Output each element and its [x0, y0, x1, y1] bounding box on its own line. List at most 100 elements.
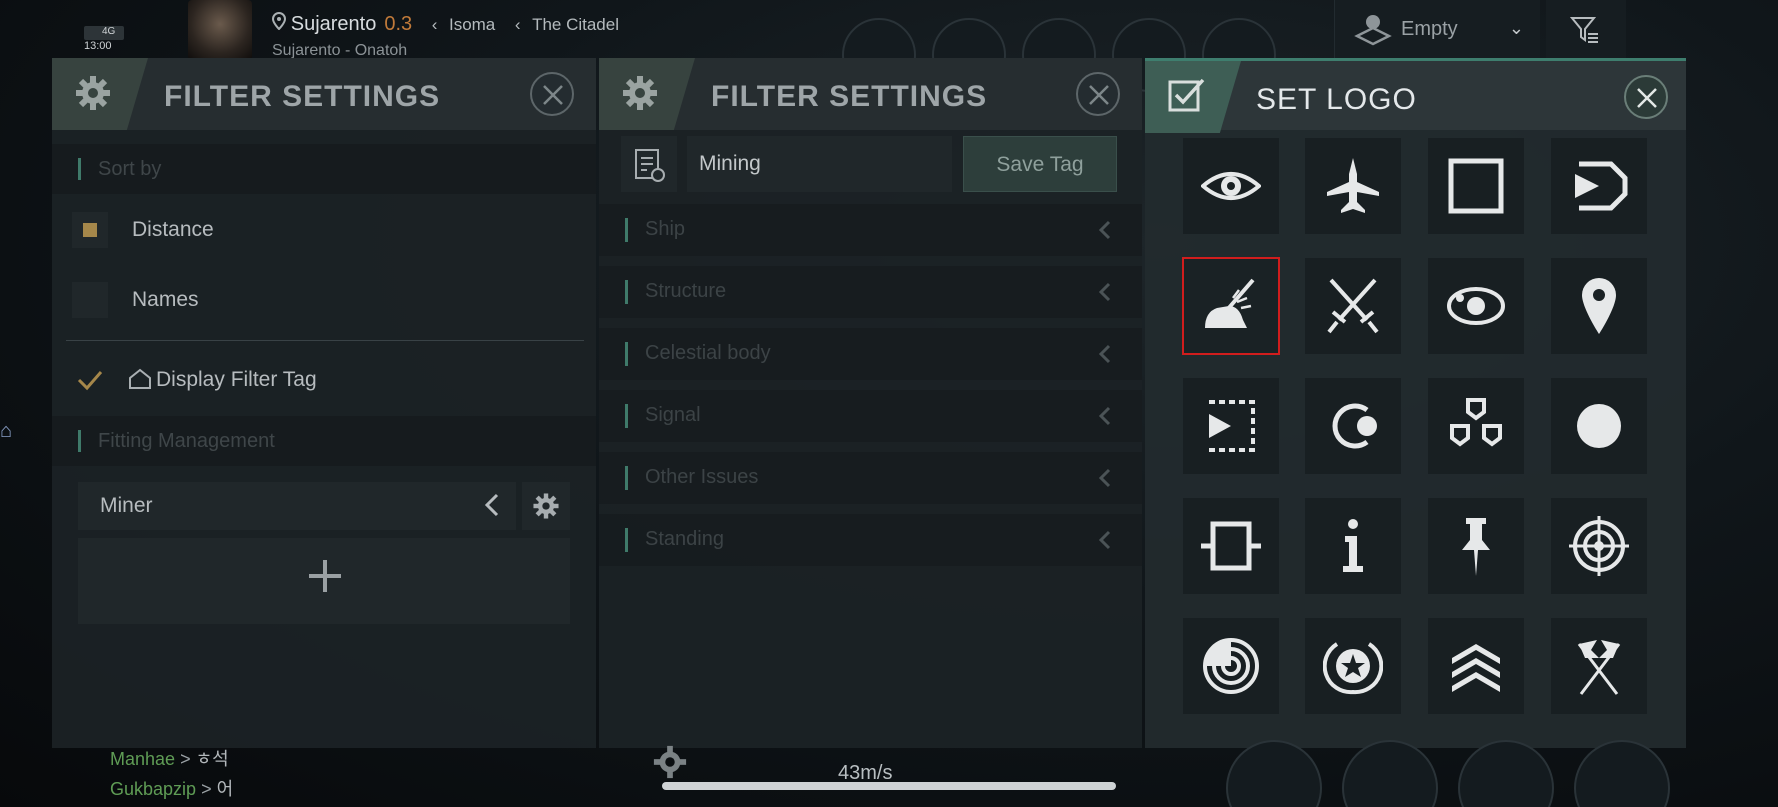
checkmark-icon: [77, 371, 103, 391]
clipboard-settings-icon: [635, 149, 665, 182]
settings-button[interactable]: [652, 744, 702, 784]
target-selector[interactable]: Empty ⌄: [1334, 0, 1540, 60]
close-button[interactable]: [530, 72, 574, 116]
logo-option-triple-shield[interactable]: [1428, 378, 1524, 474]
module-slot[interactable]: [1458, 740, 1554, 807]
logo-option-map-pin[interactable]: [1551, 258, 1647, 354]
radio-box[interactable]: [72, 212, 108, 248]
module-slot[interactable]: [1574, 740, 1670, 807]
sort-option-names[interactable]: Names: [72, 278, 572, 326]
logo-option-square[interactable]: [1428, 138, 1524, 234]
close-button[interactable]: [1076, 72, 1120, 116]
logo-option-pushpin[interactable]: [1428, 498, 1524, 594]
section-marker: [78, 430, 81, 452]
chat-arrow-icon: >: [201, 779, 212, 799]
divider: [66, 340, 584, 341]
chat-message: 어: [216, 779, 234, 799]
breadcrumb-chevron-icon: ‹: [514, 15, 521, 34]
module-slot[interactable]: [1342, 740, 1438, 807]
category-signal[interactable]: Signal: [599, 390, 1142, 442]
home-indicator[interactable]: [662, 782, 1116, 790]
checkbox-checked-icon: [1168, 78, 1205, 112]
section-marker: [78, 158, 81, 180]
tag-add-icon[interactable]: ⌂: [0, 420, 12, 443]
chat-sender: Manhae: [110, 749, 176, 769]
chevrons-up-icon: [1452, 644, 1500, 692]
logo-option-eye[interactable]: [1183, 138, 1279, 234]
logo-option-mining[interactable]: [1182, 257, 1280, 355]
logo-option-crossed-swords[interactable]: [1305, 258, 1401, 354]
section-marker: [625, 404, 628, 428]
avatar[interactable]: [188, 0, 252, 60]
panel-title: FILTER SETTINGS: [164, 80, 441, 113]
logo-option-circle[interactable]: [1551, 378, 1647, 474]
chevron-left-icon: [1098, 282, 1111, 302]
panel-title: SET LOGO: [1256, 83, 1417, 116]
logo-option-radar[interactable]: [1183, 618, 1279, 714]
logo-option-star-wreath[interactable]: [1305, 618, 1401, 714]
clock: 13:00: [84, 40, 112, 52]
category-label: Signal: [645, 404, 701, 426]
category-structure[interactable]: Structure: [599, 266, 1142, 318]
logo-option-chevrons-up[interactable]: [1428, 618, 1524, 714]
tag-name-input[interactable]: Mining: [687, 136, 952, 192]
layers-icon: [1354, 15, 1392, 46]
fitting-settings-button[interactable]: [522, 482, 570, 530]
square-icon: [1448, 158, 1504, 214]
category-ship[interactable]: Ship: [599, 204, 1142, 256]
tag-outline-icon: [129, 368, 151, 389]
logo-option-dashed-play[interactable]: [1183, 378, 1279, 474]
add-fitting-button[interactable]: [78, 538, 570, 624]
logo-option-info[interactable]: [1305, 498, 1401, 594]
panel-header: FILTER SETTINGS: [599, 58, 1142, 130]
category-celestial-body[interactable]: Celestial body: [599, 328, 1142, 380]
tag-list-button[interactable]: [621, 136, 677, 192]
chevron-left-icon: [1098, 468, 1111, 488]
category-label: Celestial body: [645, 342, 771, 364]
category-label: Structure: [645, 280, 727, 302]
device-status: 4G 13:00: [84, 26, 144, 56]
save-tag-button[interactable]: Save Tag: [963, 136, 1117, 192]
crossed-flags-icon: [1577, 640, 1621, 695]
close-icon: [543, 85, 563, 105]
chevron-left-icon: [1098, 344, 1111, 364]
category-standing[interactable]: Standing: [599, 514, 1142, 566]
gear-icon: [533, 493, 559, 519]
section-marker: [625, 342, 628, 366]
pushpin-icon: [1462, 518, 1490, 576]
region-name: Isoma: [448, 15, 496, 34]
close-button[interactable]: [1624, 75, 1668, 119]
chevron-left-icon: [1098, 406, 1111, 426]
orbit-icon: [1447, 287, 1505, 325]
module-slot[interactable]: [1226, 740, 1322, 807]
radio-box[interactable]: [72, 282, 108, 318]
logo-option-play-frame[interactable]: [1551, 138, 1647, 234]
logo-option-crosshair[interactable]: [1551, 498, 1647, 594]
filter-toggle-button[interactable]: [1546, 0, 1626, 60]
fighter-jet-icon: [1327, 158, 1379, 213]
category-other-issues[interactable]: Other Issues: [599, 452, 1142, 504]
logo-option-orbit[interactable]: [1428, 258, 1524, 354]
chat-line: Gukbapzip > 어: [110, 775, 233, 801]
gear-icon: [623, 76, 657, 110]
logo-option-crossed-flags[interactable]: [1551, 618, 1647, 714]
constellation-name: The Citadel: [532, 15, 619, 34]
fitting-dropdown[interactable]: Miner: [78, 482, 516, 530]
display-filter-tag-toggle[interactable]: Display Filter Tag: [72, 358, 572, 406]
chat-arrow-icon: >: [180, 749, 191, 769]
option-label: Names: [132, 288, 199, 311]
panel-header: SET LOGO: [1145, 58, 1686, 133]
section-marker: [625, 280, 628, 304]
chevron-left-icon: [1098, 530, 1111, 550]
logo-option-crescent-dot[interactable]: [1305, 378, 1401, 474]
location-bar[interactable]: Sujarento 0.3 ‹ Isoma ‹ The Citadel: [271, 11, 619, 36]
circle-icon: [1577, 404, 1621, 448]
logo-option-connector-box[interactable]: [1183, 498, 1279, 594]
chat-sender: Gukbapzip: [110, 779, 197, 799]
chat-line: Manhae > ㅎ석: [110, 745, 229, 771]
sort-option-distance[interactable]: Distance: [72, 208, 572, 256]
crescent-dot-icon: [1332, 403, 1377, 449]
radar-icon: [1203, 638, 1259, 694]
eye-icon: [1201, 172, 1261, 200]
logo-option-fighter-jet[interactable]: [1305, 138, 1401, 234]
